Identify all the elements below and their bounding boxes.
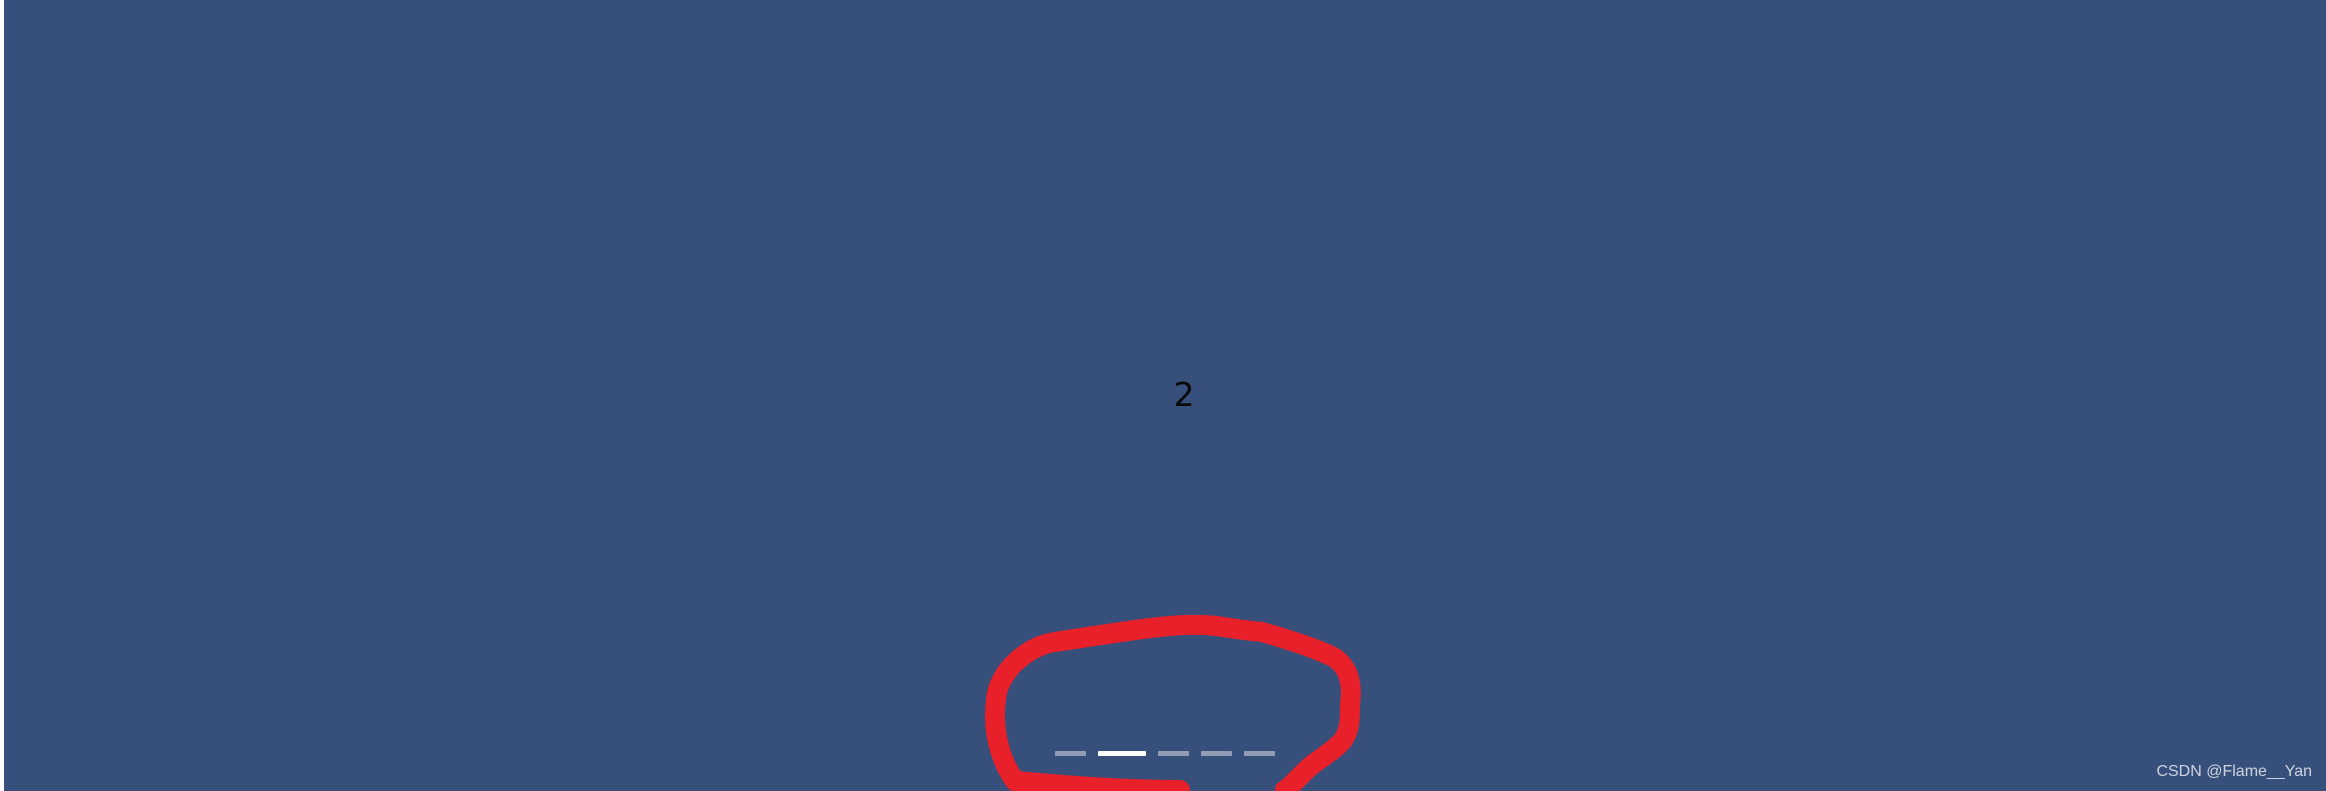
carousel-indicator-1[interactable] [1055,751,1086,756]
carousel-indicator-2[interactable] [1098,751,1146,756]
watermark: CSDN @Flame__Yan [2156,763,2312,780]
page: 2 CSDN @Flame__Yan [0,0,2326,791]
carousel: 2 [4,0,2326,791]
carousel-indicator-5[interactable] [1244,751,1275,756]
carousel-indicator-3[interactable] [1158,751,1189,756]
carousel-indicator-4[interactable] [1201,751,1232,756]
carousel-indicators [4,751,2326,763]
slide-content-number: 2 [1173,375,1195,414]
